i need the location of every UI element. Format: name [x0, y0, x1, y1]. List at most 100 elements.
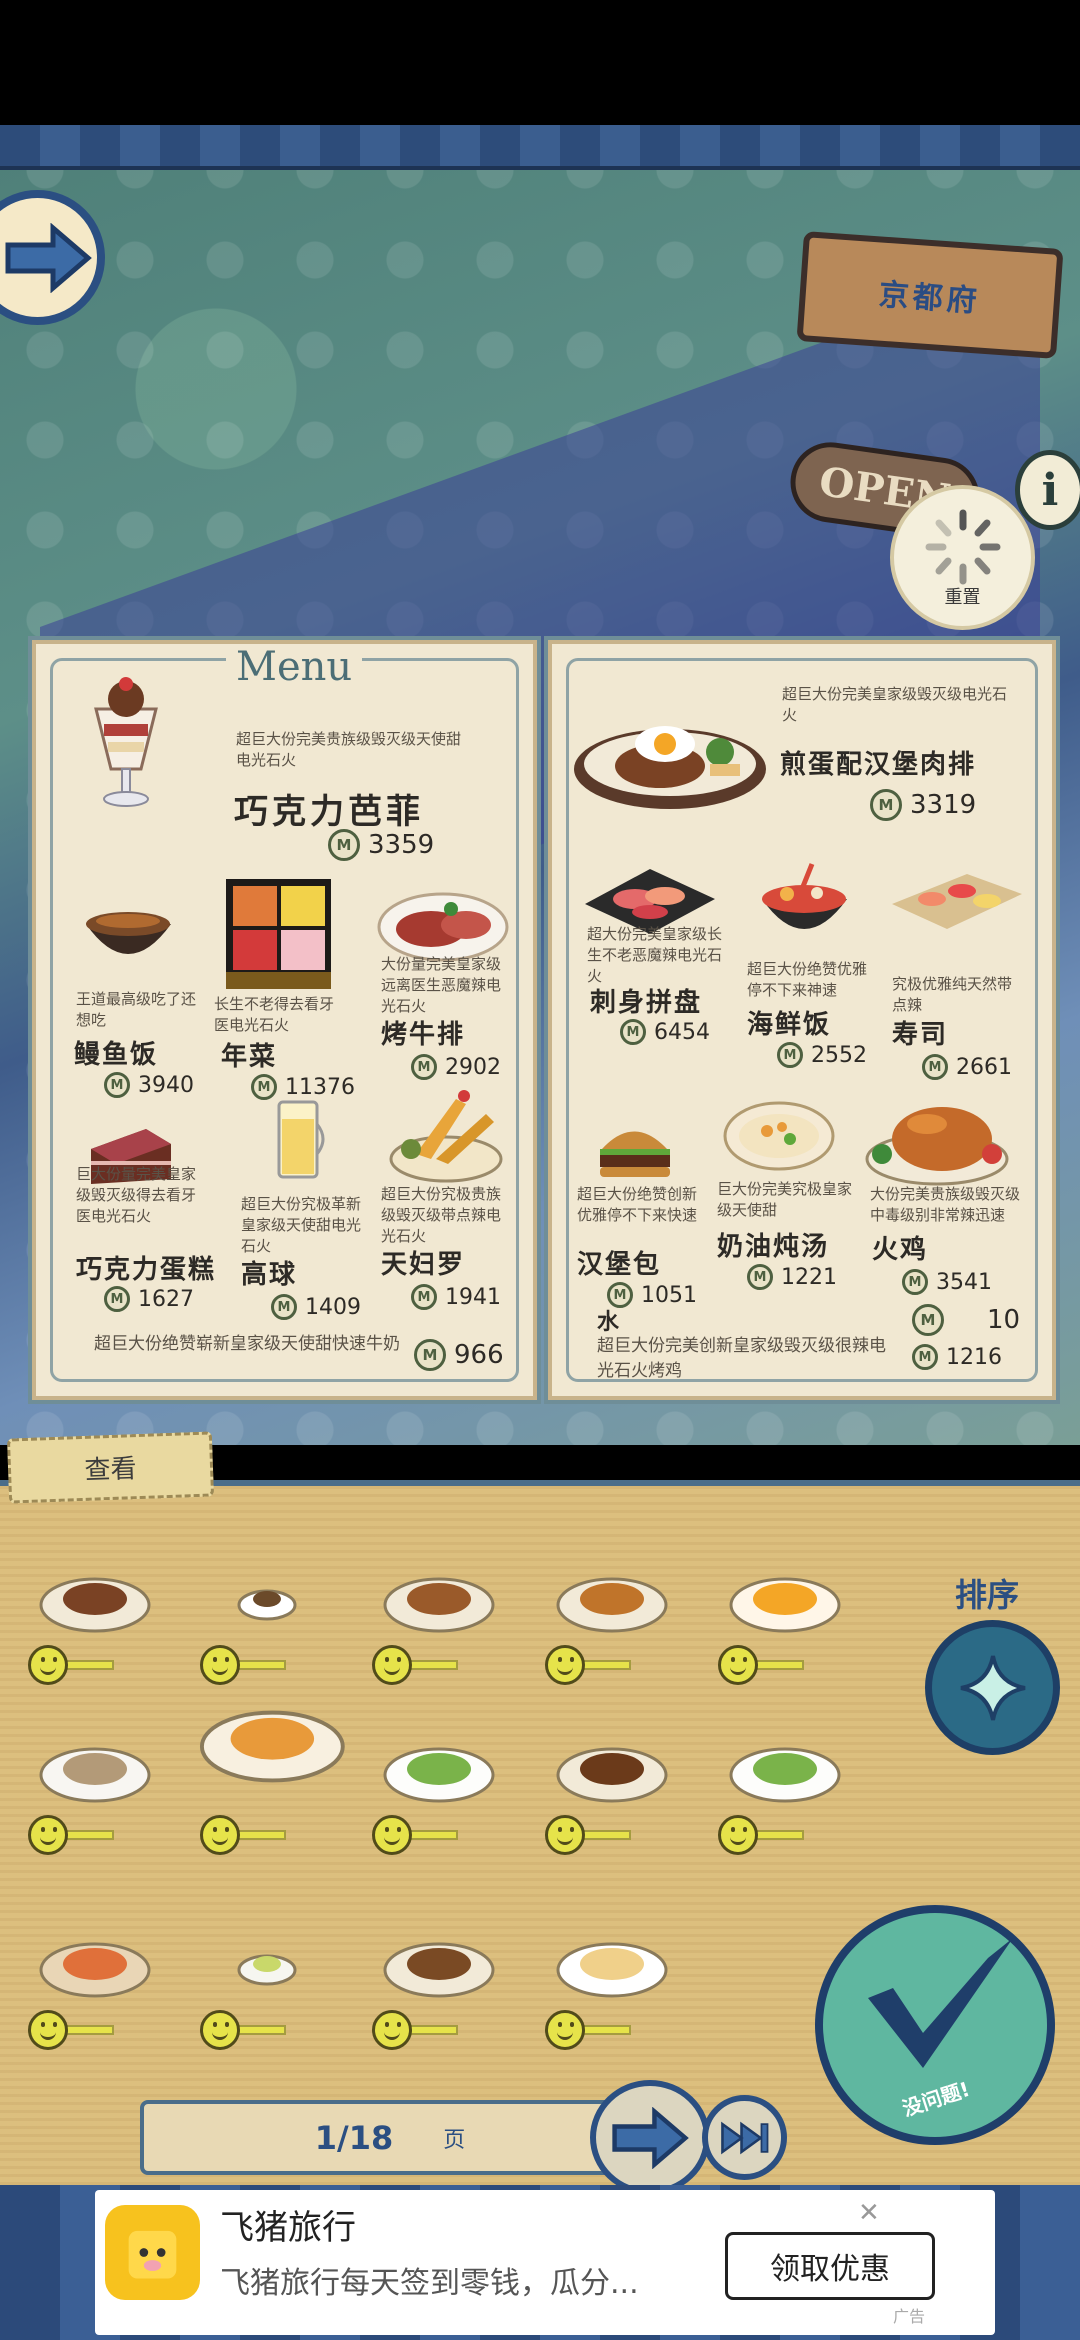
info-button[interactable]: i — [1015, 450, 1080, 530]
hamburg-steak-icon — [39, 1577, 151, 1633]
dish-price: M 3319 — [870, 789, 976, 821]
roast-beef-icon — [377, 892, 509, 962]
turkey-icon — [865, 1107, 1009, 1186]
smiley-icon — [718, 1815, 758, 1855]
status-bar — [0, 0, 1080, 125]
dish-name: 火鸡 — [872, 1235, 929, 1265]
coin-icon: M — [271, 1294, 297, 1320]
recipe-item[interactable] — [372, 1735, 502, 1885]
price-value: 1409 — [305, 1294, 361, 1320]
coin-icon: M — [104, 1072, 130, 1098]
dish-price: M 6454 — [620, 1019, 710, 1045]
dish-name: 寿司 — [892, 1020, 949, 1050]
price-value: 1221 — [781, 1264, 837, 1290]
level-bar — [408, 1660, 458, 1670]
coin-icon: M — [411, 1054, 437, 1080]
price-value: 2902 — [445, 1054, 501, 1080]
recipe-level — [718, 1645, 804, 1685]
dish-name: 巧克力芭菲 — [234, 792, 424, 832]
recipe-item[interactable] — [372, 1930, 502, 2080]
dish-name: 奶油炖汤 — [717, 1232, 830, 1262]
price-value: 2552 — [811, 1042, 867, 1068]
recipe-item[interactable] — [545, 1565, 675, 1715]
menu-panel-right: 超巨大份完美皇家级毁灭级电光石火 煎蛋配汉堡肉排 M 3319 超大份完美皇家级… — [548, 640, 1056, 1400]
fast-forward-icon — [720, 2121, 768, 2154]
close-icon[interactable]: ✕ — [858, 2198, 880, 2228]
grilled-fish-icon — [39, 1942, 151, 1998]
recipe-item[interactable] — [545, 1930, 675, 2080]
recipe-item[interactable] — [28, 1930, 158, 2080]
sort-label: 排序 — [955, 1576, 1020, 1614]
level-bar — [754, 1830, 804, 1840]
recipe-item[interactable] — [199, 1710, 345, 1885]
dish-desc: 超巨大份完美贵族级毁灭级天使甜电光石火 — [236, 730, 462, 769]
level-bar — [408, 1830, 458, 1840]
scene-top-border — [0, 125, 1080, 170]
dish-price: M 1941 — [411, 1284, 501, 1310]
burger-icon — [600, 1131, 670, 1177]
dish-name: 巧克力蛋糕 — [76, 1255, 217, 1285]
dish-name: 年菜 — [221, 1042, 278, 1072]
sushi-icon — [892, 874, 1022, 929]
ramen-bowl-icon — [383, 1747, 495, 1803]
coin-icon: M — [902, 1269, 928, 1295]
recipe-item[interactable] — [200, 1930, 330, 2080]
dish-price: M 1216 — [912, 1344, 1002, 1370]
recipe-item[interactable] — [545, 1735, 675, 1885]
recipe-item[interactable] — [28, 1565, 158, 1715]
next-page-button[interactable] — [590, 2080, 710, 2195]
recipe-level — [545, 2010, 631, 2050]
hamburg-steak-icon — [574, 726, 766, 809]
small-dish-icon — [556, 1577, 668, 1633]
dish-desc: 长生不老得去看牙医电光石火 — [214, 995, 335, 1034]
dish-name: 水 — [597, 1310, 622, 1335]
reset-button[interactable]: 重置 — [890, 485, 1035, 630]
recipe-item[interactable] — [28, 1735, 158, 1885]
recipe-item[interactable] — [718, 1735, 848, 1885]
ad-title: 飞猪旅行 — [220, 2208, 356, 2248]
recipe-item[interactable] — [718, 1565, 848, 1715]
dish-desc: 超巨大份绝赞优雅停不下来神速 — [747, 960, 868, 999]
recipe-item[interactable] — [372, 1565, 502, 1715]
dish-price: M 1627 — [104, 1286, 194, 1312]
level-bar — [581, 1830, 631, 1840]
dish-name: 天妇罗 — [381, 1250, 466, 1280]
dish-price: M 966 — [414, 1339, 504, 1371]
osechi-box-icon — [226, 879, 331, 989]
ad-tag: 广告 — [893, 2307, 926, 2326]
dish-name: 鳗鱼饭 — [74, 1040, 159, 1070]
confirm-button[interactable]: 没问题! — [815, 1905, 1055, 2145]
dish-desc: 究极优雅纯天然带点辣 — [892, 975, 1013, 1014]
smiley-icon — [718, 1645, 758, 1685]
last-page-button[interactable] — [702, 2095, 787, 2180]
dish-price: M 3541 — [902, 1269, 992, 1295]
cream-stew-icon — [723, 1101, 835, 1171]
sort-button[interactable] — [925, 1620, 1060, 1755]
level-bar — [64, 1830, 114, 1840]
melon-bread-icon — [556, 1942, 668, 1998]
price-value: 2661 — [956, 1054, 1012, 1080]
recipe-level — [718, 1815, 804, 1855]
dish-desc: 超巨大份完美创新皇家级毁灭级很辣电光石火烤鸡 — [597, 1336, 886, 1381]
ad-claim-button[interactable]: 领取优惠 — [725, 2232, 935, 2300]
coin-icon: M — [777, 1042, 803, 1068]
dish-name: 烤牛排 — [381, 1020, 466, 1050]
page-indicator: 1/18 页 — [140, 2100, 640, 2175]
dish-desc: 超大份完美皇家级长生不老恶魔辣电光石火 — [587, 925, 723, 985]
location-name: 京都府 — [877, 277, 982, 320]
price-value: 1627 — [138, 1286, 194, 1312]
dish-name: 煎蛋配汉堡肉排 — [780, 750, 977, 780]
rice-ball-icon — [39, 1747, 151, 1803]
tab-view[interactable]: 查看 — [6, 1431, 215, 1504]
price-value: 1941 — [445, 1284, 501, 1310]
menu-title: Menu — [226, 644, 363, 690]
dish-name: 高球 — [241, 1260, 298, 1290]
dish-desc: 超巨大份绝赞崭新皇家级天使甜快速牛奶 — [94, 1334, 400, 1354]
price-value: 3319 — [910, 790, 977, 820]
level-bar — [64, 2025, 114, 2035]
reset-label: 重置 — [944, 586, 981, 608]
arrow-right-icon — [5, 222, 92, 293]
dish-price: M 1221 — [747, 1264, 837, 1290]
coin-icon: M — [870, 789, 902, 821]
page-number: 1/18 — [314, 2118, 394, 2157]
